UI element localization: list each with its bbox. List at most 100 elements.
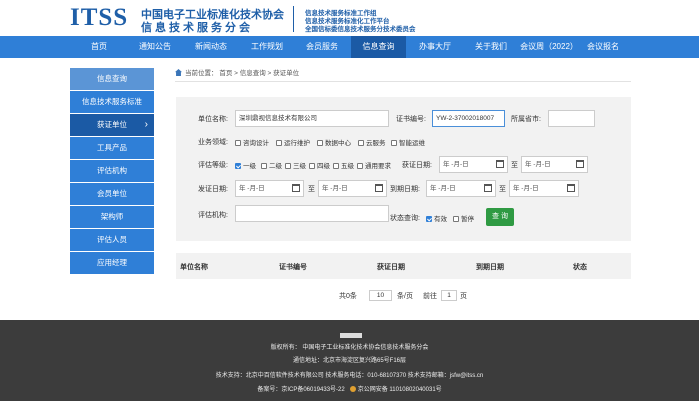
calendar-icon bbox=[375, 184, 383, 192]
cert-date-from-input[interactable]: 年 -月-日 bbox=[439, 156, 508, 173]
checkbox-icon bbox=[453, 216, 459, 222]
sidebar-item-architects[interactable]: 架构师 bbox=[70, 206, 154, 228]
domain-checkbox-smart-ops[interactable]: 智能运维 bbox=[391, 137, 425, 147]
date-placeholder: 年 -月-日 bbox=[513, 185, 539, 192]
level-checkbox-5[interactable]: 五级 bbox=[333, 160, 354, 170]
nav-conference-week[interactable]: 会议周（2022） bbox=[516, 36, 582, 58]
breadcrumb-divider bbox=[175, 81, 631, 82]
date-placeholder: 年 -月-日 bbox=[239, 185, 265, 192]
pager-total: 共0条 bbox=[339, 293, 357, 300]
footer-police[interactable]: 京公网安备 11010802040031号 bbox=[358, 387, 442, 393]
checkbox-label: 通用要求 bbox=[365, 163, 391, 170]
checkbox-icon bbox=[333, 163, 339, 169]
domain-checkbox-datacenter[interactable]: 数据中心 bbox=[317, 137, 351, 147]
footer-address: 通信地址：北京市海淀区复兴路65号F16层 bbox=[292, 358, 406, 364]
org-label: 评估机构: bbox=[198, 212, 228, 219]
level-checkbox-general[interactable]: 通用要求 bbox=[357, 160, 391, 170]
org-name-line2: 信息技术服务分会 bbox=[141, 22, 253, 34]
checkbox-label: 四级 bbox=[317, 163, 330, 170]
column-header-status: 状态 bbox=[573, 264, 587, 271]
checkbox-label: 咨询设计 bbox=[243, 140, 269, 147]
issue-date-to-input[interactable]: 年 -月-日 bbox=[318, 180, 387, 197]
calendar-icon bbox=[576, 160, 584, 168]
cert-date-label: 获证日期: bbox=[402, 162, 432, 169]
status-label: 状态查询: bbox=[390, 215, 420, 222]
logo-divider bbox=[293, 6, 294, 32]
cert-date-to-input[interactable]: 年 -月-日 bbox=[521, 156, 588, 173]
sidebar-item-label: 获证单位 bbox=[97, 120, 127, 129]
sidebar: 信息查询 信息技术服务标准 获证单位 › 工具产品 评估机构 会员单位 架构师 … bbox=[70, 68, 154, 275]
cert-no-input[interactable]: YW-2-37002018007 bbox=[432, 110, 505, 127]
sidebar-item-tools[interactable]: 工具产品 bbox=[70, 137, 154, 159]
nav-registration[interactable]: 会议报名 bbox=[580, 36, 626, 58]
date-placeholder: 年 -月-日 bbox=[525, 161, 551, 168]
nav-about[interactable]: 关于我们 bbox=[468, 36, 514, 58]
column-header-unit-name: 单位名称 bbox=[180, 264, 208, 271]
level-checkbox-3[interactable]: 三级 bbox=[285, 160, 306, 170]
province-input[interactable] bbox=[548, 110, 595, 127]
checkbox-label: 数据中心 bbox=[325, 140, 351, 147]
nav-service-hall[interactable]: 办事大厅 bbox=[412, 36, 458, 58]
nav-notice[interactable]: 通知公告 bbox=[132, 36, 178, 58]
itss-logo[interactable]: ITSS bbox=[70, 4, 128, 32]
footer-icp-row: 备案号：京ICP备06019433号-22 京公网安备 110108020400… bbox=[0, 384, 699, 393]
nav-plan[interactable]: 工作规划 bbox=[244, 36, 290, 58]
sidebar-item-certified-units[interactable]: 获证单位 › bbox=[70, 114, 154, 136]
breadcrumb-path[interactable]: 首页 > 信息查询 > 获证单位 bbox=[219, 70, 299, 77]
expire-date-from-input[interactable]: 年 -月-日 bbox=[426, 180, 496, 197]
checkbox-icon bbox=[357, 163, 363, 169]
site-header: ITSS 中国电子工业标准化技术协会 信息技术服务分会 信息技术服务标准工作组 … bbox=[0, 0, 699, 36]
footer-logo bbox=[340, 333, 362, 338]
checkbox-label: 三级 bbox=[293, 163, 306, 170]
checkbox-label: 智能运维 bbox=[399, 140, 425, 147]
level-checkbox-1[interactable]: 一级 bbox=[235, 160, 256, 170]
home-icon bbox=[175, 69, 182, 76]
sidebar-item-assessment-orgs[interactable]: 评估机构 bbox=[70, 160, 154, 182]
level-checkbox-4[interactable]: 四级 bbox=[309, 160, 330, 170]
domain-label: 业务领域: bbox=[198, 139, 228, 146]
date-placeholder: 年 -月-日 bbox=[322, 185, 348, 192]
breadcrumb-label: 当前位置： bbox=[185, 70, 218, 77]
expire-date-to-input[interactable]: 年 -月-日 bbox=[509, 180, 579, 197]
status-checkbox-suspend[interactable]: 暂停 bbox=[453, 213, 474, 223]
sidebar-item-standards[interactable]: 信息技术服务标准 bbox=[70, 91, 154, 113]
breadcrumb: 当前位置： 首页 > 信息查询 > 获证单位 bbox=[175, 67, 299, 77]
sidebar-header-info-query[interactable]: 信息查询 bbox=[70, 68, 154, 90]
nav-news[interactable]: 新闻动态 bbox=[188, 36, 234, 58]
results-table-header: 单位名称 证书编号 获证日期 到期日期 状态 bbox=[176, 253, 631, 279]
province-label: 所属省市: bbox=[511, 116, 541, 123]
checkbox-icon bbox=[309, 163, 315, 169]
issue-date-label: 发证日期: bbox=[198, 186, 228, 193]
domain-checkbox-consulting[interactable]: 咨询设计 bbox=[235, 137, 269, 147]
calendar-icon bbox=[567, 184, 575, 192]
checkbox-label: 运行维护 bbox=[284, 140, 310, 147]
domain-checkbox-operation[interactable]: 运行维护 bbox=[276, 137, 310, 147]
checkbox-label: 五级 bbox=[341, 163, 354, 170]
sidebar-item-assessors[interactable]: 评估人员 bbox=[70, 229, 154, 251]
query-button[interactable]: 查 询 bbox=[486, 208, 514, 226]
org-input[interactable] bbox=[235, 205, 389, 222]
unit-name-label: 单位名称: bbox=[198, 116, 228, 123]
nav-info-query[interactable]: 信息查询 bbox=[351, 36, 406, 58]
issue-date-from-input[interactable]: 年 -月-日 bbox=[235, 180, 304, 197]
sidebar-item-app-managers[interactable]: 应用经理 bbox=[70, 252, 154, 274]
pager-per-page: 条/页 bbox=[397, 293, 413, 300]
unit-name-input[interactable]: 深圳鼎视信息技术有限公司 bbox=[235, 110, 389, 127]
checkbox-label: 暂停 bbox=[461, 216, 474, 223]
page-number-input[interactable]: 1 bbox=[441, 290, 457, 301]
domain-checkbox-cloud[interactable]: 云服务 bbox=[358, 137, 386, 147]
nav-member-service[interactable]: 会员服务 bbox=[299, 36, 345, 58]
page-size-select[interactable]: 10 bbox=[369, 290, 392, 301]
sidebar-item-members[interactable]: 会员单位 bbox=[70, 183, 154, 205]
checkbox-icon bbox=[285, 163, 291, 169]
checkbox-checked-icon bbox=[235, 163, 241, 169]
footer-icp[interactable]: 备案号：京ICP备06019433号-22 bbox=[257, 387, 344, 393]
status-checkbox-valid[interactable]: 有效 bbox=[426, 213, 447, 223]
range-separator: 至 bbox=[511, 162, 518, 169]
level-checkbox-2[interactable]: 二级 bbox=[261, 160, 282, 170]
pager-goto-label: 前往 bbox=[423, 293, 437, 300]
police-badge-icon bbox=[349, 386, 356, 392]
column-header-cert-no: 证书编号 bbox=[279, 264, 307, 271]
nav-home[interactable]: 首页 bbox=[78, 36, 120, 58]
sub-title-3: 全国信标委信息技术服务分技术委员会 bbox=[305, 26, 416, 33]
